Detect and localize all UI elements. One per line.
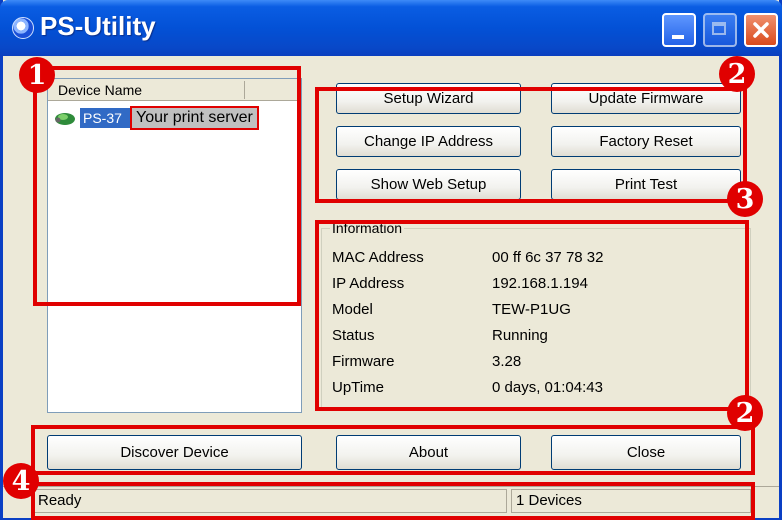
callout-box-information xyxy=(315,220,749,411)
window-title: PS-Utility xyxy=(40,11,156,41)
callout-badge-1: 1 xyxy=(19,57,55,93)
callout-box-function-buttons xyxy=(315,87,747,203)
close-window-button[interactable] xyxy=(744,13,778,47)
maximize-button[interactable] xyxy=(703,13,737,47)
callout-badge-3: 3 xyxy=(727,181,763,217)
callout-badge-2-bottom: 2 xyxy=(727,395,763,431)
callout-box-status-bar xyxy=(31,482,755,520)
globe-icon xyxy=(12,17,34,39)
callout-badge-4: 4 xyxy=(3,463,39,499)
minimize-button[interactable] xyxy=(662,13,696,47)
callout-box-bottom-buttons xyxy=(31,425,755,475)
ps-utility-window: PS-Utility Device Name PS-37 Your print … xyxy=(0,0,782,520)
callout-box-device-list xyxy=(33,66,301,306)
title-bar[interactable]: PS-Utility xyxy=(0,0,782,56)
callout-badge-2-top: 2 xyxy=(719,56,755,92)
close-icon xyxy=(753,22,769,38)
